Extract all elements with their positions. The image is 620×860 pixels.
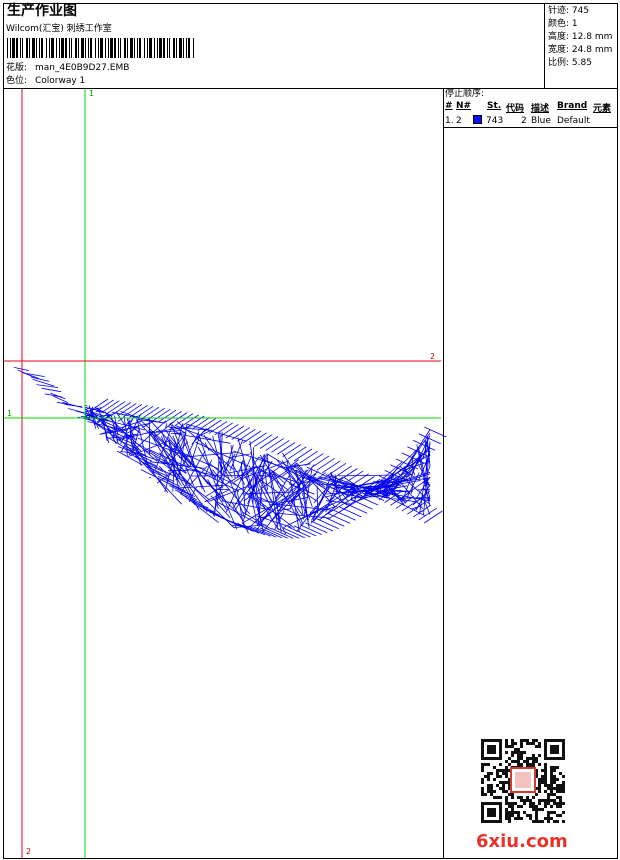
company-name: Wilcom(汇宝) 刺绣工作室 (6, 24, 112, 34)
stat-height: 高度: 12.8 mm (548, 32, 613, 42)
colorway-name: Colorway 1 (35, 76, 86, 86)
col-element: 元素 (593, 104, 612, 114)
stop-sequence-panel (443, 88, 618, 859)
guide-label-horizontal-green: 1 (7, 409, 13, 418)
row-description: Blue (531, 116, 551, 126)
design-filename: man_4E0B9D27.EMB (35, 63, 130, 73)
colorway-label: 色位: (6, 76, 28, 86)
watermark-logo: 6xiu.com (476, 831, 568, 852)
guide-label-vertical-red: 2 (26, 847, 32, 856)
row-code: 2 (521, 116, 527, 126)
stat-width: 宽度: 24.8 mm (548, 45, 613, 55)
stat-colors: 颜色: 1 (548, 19, 578, 29)
stop-sequence-title: 停止顺序: (445, 89, 485, 99)
col-index: # (445, 101, 453, 111)
color-swatch (473, 115, 482, 124)
guide-label-vertical-green: 1 (89, 89, 95, 98)
col-stitches: St. (487, 101, 502, 111)
col-code: 代码 (506, 104, 525, 114)
page-title: 生产作业图 (7, 3, 77, 19)
col-brand: Brand (557, 101, 588, 111)
design-label: 花版: (6, 63, 28, 73)
row-needle: 2 (456, 116, 462, 126)
guide-label-horizontal-red: 2 (430, 352, 436, 361)
row-stitches: 743 (486, 116, 504, 126)
stat-scale: 比例: 5.85 (548, 58, 592, 68)
row-index: 1. (445, 116, 454, 126)
stat-stitches: 针迹: 745 (548, 6, 590, 16)
row-brand: Default (557, 116, 590, 126)
stop-sequence-header-divider (443, 127, 618, 128)
canvas-area (3, 88, 444, 859)
col-description: 描述 (531, 104, 550, 114)
col-needle: N# (456, 101, 472, 111)
